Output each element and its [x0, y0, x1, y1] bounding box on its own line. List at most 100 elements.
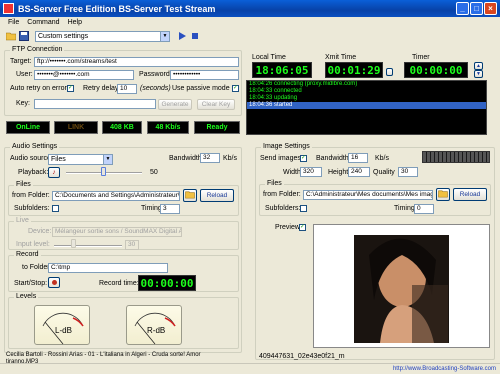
- preview-checkbox[interactable]: ✓: [299, 224, 306, 231]
- audio-subfolders-label: Subfolders:: [14, 205, 50, 212]
- menu-bar: File Command Help: [0, 17, 500, 28]
- toolbar: Custom settings ▼: [0, 29, 500, 43]
- xmit-reset-button[interactable]: [386, 68, 393, 76]
- audio-bandwidth-unit: Kb/s: [223, 155, 238, 162]
- menu-help[interactable]: Help: [68, 19, 82, 26]
- ready-indicator: Ready: [194, 121, 240, 134]
- retry-delay-label: Retry delay:: [83, 85, 121, 92]
- passive-mode-label: Use passive mode: [172, 85, 230, 92]
- menu-command[interactable]: Command: [27, 19, 59, 26]
- image-group-label: Image Settings: [261, 143, 312, 150]
- image-bandwidth-input[interactable]: 16: [348, 153, 368, 163]
- passive-mode-checkbox[interactable]: ✓: [232, 85, 239, 92]
- audio-source-value: Files: [51, 156, 66, 163]
- target-label: Target:: [10, 58, 32, 65]
- image-subfolders-checkbox[interactable]: [300, 205, 307, 212]
- user-label: User:: [16, 71, 33, 78]
- image-preview: [313, 224, 490, 348]
- auto-retry-label: Auto retry on error: [10, 85, 67, 92]
- retry-delay-input[interactable]: 10: [117, 84, 137, 94]
- image-from-folder-label: from Folder:: [263, 191, 301, 198]
- local-time-label: Local Time: [252, 54, 286, 61]
- record-start-button[interactable]: [48, 277, 60, 288]
- timer-down-button[interactable]: ▼: [474, 70, 483, 78]
- timer-up-button[interactable]: ▲: [474, 62, 483, 70]
- user-input[interactable]: •••••••@•••••••.com: [34, 70, 134, 80]
- audio-timing-label: Timing: [141, 205, 162, 212]
- record-folder-input[interactable]: C:\tmp: [48, 263, 168, 273]
- play-icon[interactable]: [177, 31, 187, 41]
- playback-value: 50: [150, 169, 158, 176]
- input-level-label: Input level:: [16, 241, 50, 248]
- title-bar: BS-Server Free Edition BS-Server Test St…: [0, 0, 500, 17]
- audio-bandwidth-label: Bandwidth: [169, 155, 202, 162]
- save-icon[interactable]: [19, 31, 29, 41]
- image-bandwidth-unit: Kb/s: [375, 155, 390, 162]
- chevron-down-icon[interactable]: ▼: [103, 155, 112, 164]
- website-link[interactable]: http://www.Broadcasting-Software.com: [393, 366, 496, 372]
- close-button[interactable]: ×: [484, 2, 497, 15]
- target-input[interactable]: ftp://•••••••.com/streams/test: [34, 57, 239, 67]
- left-meter-label: L-dB: [55, 326, 72, 335]
- input-level-value: 30: [125, 240, 139, 250]
- audio-files-label: Files: [14, 181, 33, 188]
- ftp-group-label: FTP Connection: [10, 46, 65, 53]
- image-browse-folder-button[interactable]: [436, 188, 450, 201]
- record-time-label: Record time:: [99, 280, 139, 287]
- generate-button[interactable]: Generate: [158, 99, 192, 110]
- audio-timing-input[interactable]: 3: [160, 204, 180, 214]
- audio-browse-folder-button[interactable]: [183, 189, 197, 202]
- auto-retry-checkbox[interactable]: ✓: [67, 85, 74, 92]
- status-bar: http://www.Broadcasting-Software.com: [0, 363, 500, 374]
- password-label: Password:: [139, 71, 172, 78]
- folder-icon: [438, 190, 448, 198]
- record-time-display: 00:00:00: [138, 275, 196, 291]
- xmit-time-label: Xmit Time: [325, 54, 357, 61]
- audio-subfolders-checkbox[interactable]: [52, 205, 59, 212]
- input-level-slider-thumb[interactable]: [71, 239, 77, 248]
- startstop-label: Start/Stop:: [14, 280, 48, 287]
- send-images-label: Send images:: [260, 155, 303, 162]
- audio-folder-input[interactable]: C:\Documents and Settings\Administrateur…: [52, 191, 180, 201]
- input-level-slider[interactable]: [54, 245, 122, 247]
- audio-source-select[interactable]: Files ▼: [48, 154, 113, 165]
- stop-icon[interactable]: [190, 31, 200, 41]
- chevron-down-icon[interactable]: ▼: [160, 31, 169, 41]
- log-entry-selected: 18:04:36 started: [247, 102, 486, 109]
- quality-input[interactable]: 30: [398, 167, 418, 177]
- speaker-icon[interactable]: ♪: [48, 167, 60, 178]
- audio-source-label: Audio source:: [10, 155, 53, 162]
- app-icon: [3, 3, 14, 14]
- maximize-button[interactable]: □: [470, 2, 483, 15]
- audio-bandwidth-input[interactable]: 32: [200, 153, 220, 163]
- image-timing-label: Timing: [394, 205, 415, 212]
- width-input[interactable]: 320: [300, 167, 322, 177]
- image-timing-input[interactable]: 0: [414, 204, 434, 214]
- log-entry: 18:04:33 connected: [249, 88, 302, 94]
- profile-select[interactable]: Custom settings ▼: [35, 30, 170, 42]
- key-input[interactable]: [34, 99, 156, 109]
- preview-label: Preview: [275, 224, 300, 231]
- open-folder-icon[interactable]: [6, 31, 16, 41]
- image-files-label: Files: [265, 180, 284, 187]
- image-progress-meter: [422, 151, 490, 163]
- clear-key-button[interactable]: Clear Key: [197, 99, 235, 110]
- send-images-checkbox[interactable]: ✓: [300, 155, 307, 162]
- quality-label: Quality: [373, 169, 395, 176]
- audio-reload-button[interactable]: Reload: [200, 189, 234, 202]
- image-filename: 409447631_02e43e0f21_m: [259, 353, 345, 360]
- timer-display: 00:00:00: [404, 62, 468, 78]
- playback-slider-thumb[interactable]: [101, 167, 106, 176]
- timer-label: Timer: [412, 54, 430, 61]
- minimize-button[interactable]: _: [456, 2, 469, 15]
- height-input[interactable]: 240: [348, 167, 370, 177]
- password-input[interactable]: ••••••••••••: [170, 70, 239, 80]
- menu-file[interactable]: File: [8, 19, 19, 26]
- device-select[interactable]: Mélangeur sortie sons / SoundMAX Digital…: [52, 227, 182, 237]
- profile-value: Custom settings: [38, 32, 89, 40]
- image-folder-input[interactable]: C:\Administrateur\Mes documents\Mes imag…: [303, 190, 433, 200]
- key-label: Key:: [16, 100, 31, 107]
- image-reload-button[interactable]: Reload: [453, 188, 487, 201]
- height-label: Height: [328, 169, 349, 176]
- event-log[interactable]: 18:04:26 connecting (proxy.midlbre.com) …: [246, 80, 487, 135]
